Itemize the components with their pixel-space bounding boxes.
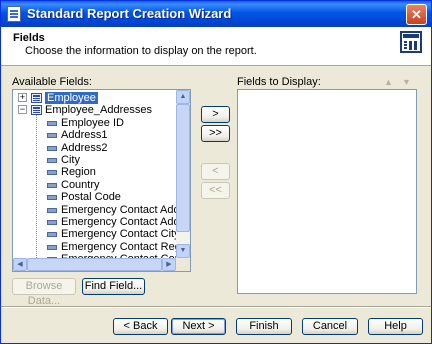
- fields-to-display-label: Fields to Display:: [237, 76, 321, 88]
- footer-divider: [1, 306, 431, 308]
- scroll-left-icon[interactable]: ◀: [13, 258, 27, 271]
- tree-field-node[interactable]: Address2: [13, 142, 176, 154]
- field-icon: [47, 170, 57, 176]
- tree-horizontal-scrollbar[interactable]: ◀ ▶: [13, 258, 176, 271]
- tree-table-node[interactable]: − Employee_Addresses: [13, 104, 176, 116]
- tree-horizontal-thumb[interactable]: [27, 258, 162, 271]
- collapse-icon[interactable]: −: [18, 105, 27, 115]
- available-fields-tree[interactable]: + Employee − Employee_Addresses Employee ID A…: [12, 89, 191, 272]
- tree-node-label: Employee: [45, 92, 98, 104]
- add-all-fields-button[interactable]: >>: [201, 125, 230, 142]
- tree-field-node[interactable]: Emergency Contact Region: [13, 241, 190, 253]
- expand-icon[interactable]: +: [18, 93, 27, 102]
- title-bar[interactable]: Standard Report Creation Wizard ✕: [1, 1, 431, 27]
- field-icon: [47, 207, 57, 213]
- field-icon: [47, 182, 57, 188]
- field-icon: [47, 195, 57, 201]
- window-title: Standard Report Creation Wizard: [27, 6, 232, 21]
- tree-table-node[interactable]: + Employee: [13, 92, 176, 104]
- scroll-corner: [176, 258, 190, 271]
- wizard-header: Fields Choose the information to display…: [1, 27, 431, 66]
- tree-node-label: Emergency Contact Address2: [61, 216, 190, 228]
- field-icon: [47, 244, 57, 250]
- help-button[interactable]: Help: [368, 318, 423, 335]
- tree-node-label: Address2: [61, 141, 108, 154]
- field-icon: [47, 158, 57, 163]
- table-icon: [31, 105, 42, 116]
- tree-field-node[interactable]: Postal Code: [13, 191, 176, 203]
- tree-node-label: City: [61, 154, 80, 166]
- field-icon: [47, 145, 57, 151]
- remove-all-fields-button[interactable]: <<: [201, 182, 230, 199]
- tree-field-node[interactable]: Emergency Contact Address1: [13, 204, 190, 216]
- finish-button[interactable]: Finish: [236, 318, 292, 335]
- tree-node-label: Emergency Contact Address1: [61, 203, 190, 216]
- table-icon: [31, 93, 42, 103]
- cancel-button[interactable]: Cancel: [302, 318, 358, 335]
- tree-node-label: Emergency Contact City: [61, 228, 180, 241]
- tree-field-node[interactable]: City: [13, 154, 176, 166]
- page-subtitle: Choose the information to display on the…: [25, 45, 257, 57]
- scroll-right-icon[interactable]: ▶: [162, 258, 176, 271]
- tree-node-label: Employee ID: [61, 116, 124, 129]
- remove-field-button[interactable]: <: [201, 163, 230, 180]
- scroll-down-icon[interactable]: ▼: [176, 244, 190, 258]
- tree-node-label: Address1: [61, 129, 108, 142]
- close-button[interactable]: ✕: [406, 4, 427, 25]
- report-app-icon: [7, 6, 21, 22]
- back-button[interactable]: < Back: [113, 318, 168, 335]
- move-down-icon[interactable]: ▼: [402, 77, 411, 87]
- page-title: Fields: [13, 32, 45, 44]
- field-icon: [47, 133, 57, 139]
- tree-field-node[interactable]: Emergency Contact City: [13, 228, 180, 240]
- fields-to-display-list[interactable]: [237, 89, 417, 294]
- next-button[interactable]: Next >: [171, 318, 226, 335]
- wizard-window: Standard Report Creation Wizard ✕ Fields…: [0, 0, 432, 344]
- tree-vertical-scrollbar[interactable]: ▲ ▼: [176, 90, 190, 258]
- field-icon: [47, 220, 57, 225]
- tree-node-label: Emergency Contact Region: [61, 240, 191, 253]
- find-field-button[interactable]: Find Field...: [82, 278, 145, 295]
- tree-node-label: Postal Code: [61, 191, 121, 204]
- add-field-button[interactable]: >: [201, 106, 230, 123]
- browse-data-button[interactable]: Browse Data...: [12, 278, 76, 307]
- tree-node-label: Country: [61, 178, 100, 191]
- tree-field-node[interactable]: Emergency Contact Address2: [13, 216, 190, 228]
- report-table-icon: [400, 31, 422, 53]
- available-fields-label: Available Fields:: [12, 76, 92, 88]
- tree-field-node[interactable]: Employee ID: [13, 117, 176, 129]
- field-icon: [47, 120, 57, 126]
- tree-node-label: Employee_Addresses: [45, 104, 153, 117]
- tree-node-label: Region: [61, 166, 96, 179]
- move-up-icon[interactable]: ▲: [384, 77, 393, 87]
- scroll-up-icon[interactable]: ▲: [176, 90, 190, 104]
- tree-field-node[interactable]: Region: [13, 166, 176, 178]
- tree-field-node[interactable]: Address1: [13, 129, 176, 141]
- tree-field-node[interactable]: Country: [13, 179, 176, 191]
- tree-vertical-thumb[interactable]: [176, 104, 190, 232]
- field-icon: [47, 232, 57, 238]
